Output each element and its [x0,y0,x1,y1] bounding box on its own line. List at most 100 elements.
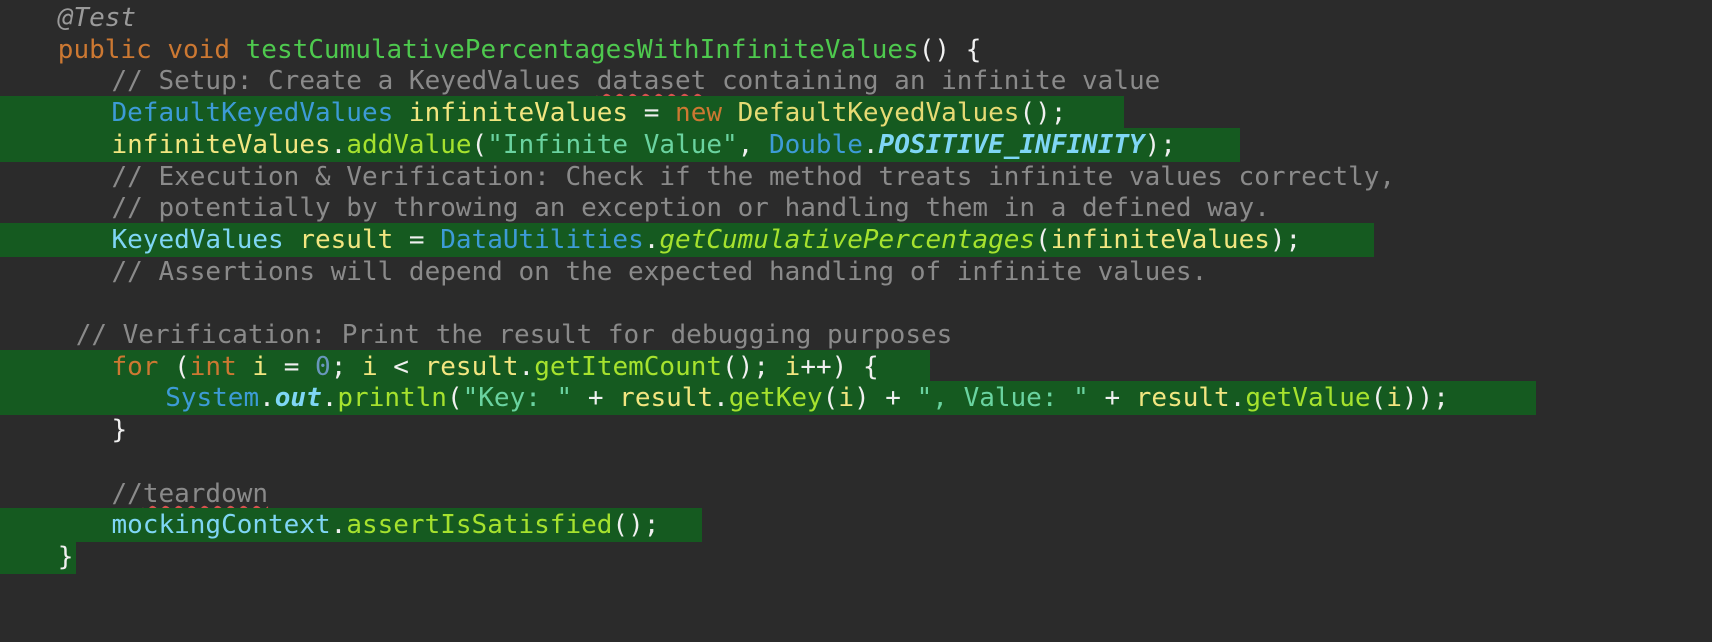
code-token: = [628,98,676,129]
code-token: i [362,351,378,382]
code-token: infiniteValues [1050,224,1270,255]
code-line[interactable]: // Verification: Print the result for de… [0,318,953,352]
code-token: < [377,351,425,382]
code-token: ( [822,383,839,414]
code-token: addValue [346,129,472,160]
code-token: ( [446,383,463,414]
code-line[interactable] [0,286,22,320]
code-token: dataset [596,66,707,97]
code-line[interactable]: // potentially by throwing an exception … [0,191,1270,225]
code-line[interactable]: } [0,413,128,447]
code-line[interactable]: mockingContext.assertIsSatisfied(); [0,508,702,543]
code-token: KeyedValues [111,224,300,255]
code-token: i [1386,383,1402,414]
code-token: // [111,478,143,509]
code-token: teardown [142,478,269,509]
code-token: + [572,383,620,414]
code-token: infiniteValues [111,129,331,160]
code-line[interactable]: // Assertions will depend on the expecte… [0,255,1208,289]
code-token: ( [1370,383,1387,414]
code-token: getCumulativePercentages [659,224,1036,255]
code-token: mockingContext [111,510,331,541]
code-token: ) + [853,383,917,414]
code-editor[interactable]: @Test public void testCumulativePercentag… [0,0,1712,642]
code-token: public void [57,34,246,65]
code-token: (); [1019,98,1067,129]
code-token: i [784,351,801,382]
code-token: new [675,98,738,129]
code-token: (); [722,351,785,382]
code-token: } [111,415,128,446]
code-token: ++) { [800,351,879,382]
code-line[interactable]: for (int i = 0; i < result.getItemCount(… [0,349,930,384]
code-line[interactable]: //teardown [0,477,269,511]
code-token: (); [612,510,660,541]
code-token: // Assertions will depend on the expecte… [111,256,1208,287]
code-token: )); [1401,383,1449,414]
code-token: () { [918,34,982,65]
code-token: for [111,351,175,382]
code-token: DefaultKeyedValues [111,98,409,129]
code-token: // Execution & Verification: Check if th… [111,161,1396,192]
code-token: DataUtilities [440,224,644,255]
code-line[interactable] [0,445,22,479]
code-line[interactable]: DefaultKeyedValues infiniteValues = new … [0,96,1124,131]
code-token: . [643,224,660,255]
code-token: DefaultKeyedValues [737,98,1020,129]
code-line[interactable]: // Execution & Verification: Check if th… [0,160,1396,194]
code-token: getKey [728,383,823,414]
code-line[interactable]: System.out.println("Key: " + result.getK… [0,381,1536,416]
code-token: . [259,383,275,414]
code-token: @Test [57,3,137,33]
code-token: } [57,541,74,572]
code-token: POSITIVE_INFINITY [878,129,1145,160]
code-token: ); [1144,129,1176,160]
code-line[interactable]: public void testCumulativePercentagesWit… [0,33,982,67]
code-token: System [165,383,260,414]
code-token: 0 [315,351,331,382]
code-token: ( [174,351,190,382]
code-token: getItemCount [534,351,723,382]
code-token: // potentially by throwing an exception … [111,193,1270,224]
code-token: = [393,224,441,255]
code-token: i [252,351,269,382]
code-token: . [330,129,347,160]
code-token: infiniteValues [408,98,629,129]
code-token: "Infinite Value" [487,129,738,160]
code-token: // Setup: Create a KeyedValues [111,66,597,97]
code-line[interactable]: infiniteValues.addValue("Infinite Value"… [0,127,1240,162]
code-token: assertIsSatisfied [346,510,613,541]
code-token: // Verification: Print the result for de… [75,320,953,350]
code-token: i [838,383,854,414]
code-token: , [737,129,769,160]
code-token: "Key: " [462,383,573,414]
code-token: ); [1269,224,1302,255]
code-token: getValue [1245,383,1371,414]
code-token: result [619,383,714,414]
code-line[interactable]: KeyedValues result = DataUtilities.getCu… [0,222,1374,257]
code-token: result [1135,383,1230,414]
code-token: int [189,351,253,382]
code-token: . [330,510,347,541]
code-token: println [337,383,447,414]
code-token: Double [768,129,863,160]
code-token: result [299,224,394,255]
code-token: containing an infinite value [706,66,1161,97]
code-token: . [1229,383,1246,414]
code-token: result [424,351,519,382]
code-token: . [321,383,338,414]
code-token: . [713,383,729,414]
code-token: . [518,351,535,382]
code-token: ; [330,351,362,382]
code-token: + [1088,383,1136,414]
code-line[interactable]: // Setup: Create a KeyedValues dataset c… [0,64,1161,98]
code-line[interactable]: } [0,539,76,574]
code-token: ", Value: " [916,383,1089,414]
code-line[interactable]: @Test [0,1,136,35]
code-token: = [268,351,316,382]
code-token: . [862,129,879,160]
code-token: ( [1035,224,1051,255]
code-token: ( [471,129,488,160]
code-token: out [274,383,322,414]
code-token: testCumulativePercentagesWithInfiniteVal… [245,34,919,65]
